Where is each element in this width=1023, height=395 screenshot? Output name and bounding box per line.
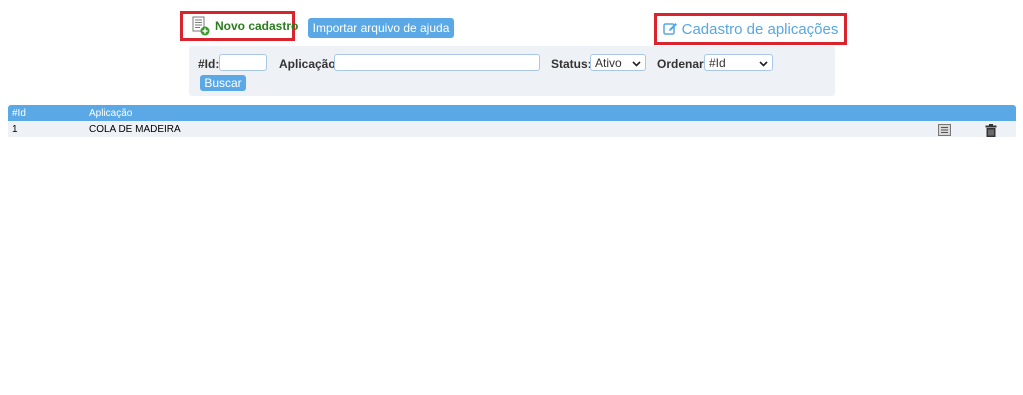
trash-icon[interactable]: [985, 124, 997, 137]
table-header: #Id Aplicação: [8, 105, 1016, 121]
aplicacao-filter-label: Aplicação:: [279, 57, 340, 71]
row-aplicacao: COLA DE MADEIRA: [89, 124, 181, 135]
table-row: 1 COLA DE MADEIRA: [8, 121, 1016, 137]
ordenar-select[interactable]: #Id: [704, 54, 773, 71]
status-select[interactable]: Ativo: [590, 54, 646, 71]
aplicacoes-table: #Id Aplicação 1 COLA DE MADEIRA: [8, 105, 1016, 137]
buscar-button[interactable]: Buscar: [200, 75, 246, 91]
id-filter-label: #Id:: [198, 57, 220, 71]
new-document-icon: [192, 16, 210, 36]
ordenar-label: Ordenar:: [657, 57, 708, 71]
ordenar-select-value: #Id: [709, 55, 726, 70]
aplicacao-filter-input[interactable]: [334, 54, 540, 71]
novo-cadastro-label: Novo cadastro: [215, 19, 299, 33]
column-header-id: #Id: [12, 108, 26, 119]
id-filter-input[interactable]: [219, 54, 267, 71]
importar-arquivo-button[interactable]: Importar arquivo de ajuda: [308, 18, 454, 38]
details-icon[interactable]: [938, 124, 951, 136]
column-header-aplicacao: Aplicação: [89, 108, 133, 119]
page-title: Cadastro de aplicações: [654, 13, 847, 45]
filter-panel: #Id: Aplicação: Status: Ativo Ordenar: #…: [189, 46, 835, 96]
chevron-down-icon: [632, 56, 641, 70]
novo-cadastro-button[interactable]: Novo cadastro: [180, 11, 299, 41]
row-id: 1: [12, 124, 18, 135]
page-title-text: Cadastro de aplicações: [681, 20, 839, 38]
chevron-down-icon: [759, 56, 768, 70]
status-filter-label: Status:: [551, 57, 592, 71]
edit-icon: [662, 22, 678, 36]
status-select-value: Ativo: [595, 55, 622, 70]
